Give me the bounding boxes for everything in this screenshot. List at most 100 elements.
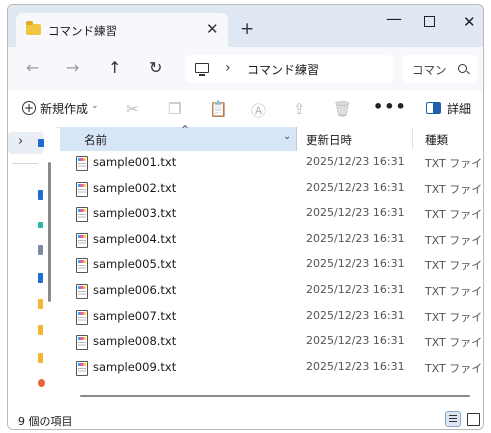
file-name: sample006.txt: [93, 282, 177, 297]
tab-title: コマンド練習: [48, 24, 117, 38]
nav-pane-scrollbar[interactable]: [48, 162, 51, 302]
file-name: sample008.txt: [93, 334, 177, 349]
status-bar: 9 個の項目: [8, 409, 483, 429]
text-file-icon: [76, 309, 88, 325]
file-type: TXT ファイル: [425, 284, 483, 298]
nav-item-icon[interactable]: [38, 245, 43, 255]
search-input[interactable]: コマン: [402, 55, 478, 83]
chevron-right-icon[interactable]: ›: [225, 60, 231, 76]
nav-item-icon[interactable]: [38, 273, 43, 283]
file-type: TXT ファイル: [425, 157, 483, 170]
chevron-down-icon: ⌄: [91, 101, 99, 111]
folder-icon[interactable]: [38, 353, 43, 363]
file-row[interactable]: sample007.txt 2025/12/23 16:31 TXT ファイル: [60, 305, 483, 331]
file-row[interactable]: sample006.txt 2025/12/23 16:31 TXT ファイル: [60, 279, 483, 305]
text-file-icon: [76, 283, 88, 299]
file-date: 2025/12/23 16:31: [306, 359, 405, 373]
file-type: TXT ファイル: [425, 336, 483, 350]
navigation-pane: ›: [8, 127, 56, 411]
file-date: 2025/12/23 16:31: [306, 334, 405, 348]
command-bar: + 新規作成 ⌄ ✂ ❐ 📋 Ⓐ ⇪ 🗑 ••• 詳細: [8, 91, 483, 128]
file-type: TXT ファイル: [425, 208, 483, 222]
text-file-icon: [76, 181, 88, 197]
nav-expand-button[interactable]: ›: [8, 132, 44, 154]
text-file-icon: [76, 232, 88, 248]
text-file-icon: [76, 207, 88, 223]
file-name: sample001.txt: [93, 155, 177, 169]
file-row[interactable]: sample009.txt 2025/12/23 16:31 TXT ファイル: [60, 356, 483, 382]
file-date: 2025/12/23 16:31: [306, 155, 405, 168]
drive-icon: [38, 139, 44, 147]
cut-icon[interactable]: ✂: [126, 100, 139, 118]
file-row[interactable]: sample003.txt 2025/12/23 16:31 TXT ファイル: [60, 202, 483, 228]
column-header-date[interactable]: 更新日時: [306, 132, 352, 148]
close-button[interactable]: ✕: [463, 13, 476, 31]
nav-item-icon[interactable]: [38, 379, 45, 387]
maximize-button[interactable]: [424, 16, 435, 27]
file-row[interactable]: sample004.txt 2025/12/23 16:31 TXT ファイル: [60, 228, 483, 254]
rename-icon[interactable]: Ⓐ: [251, 100, 266, 121]
column-name-label: 名前: [84, 133, 107, 147]
file-type: TXT ファイル: [425, 259, 483, 273]
new-tab-button[interactable]: +: [240, 19, 254, 39]
item-count: 9 個の項目: [18, 415, 73, 428]
file-row[interactable]: sample005.txt 2025/12/23 16:31 TXT ファイル: [60, 253, 483, 279]
address-bar[interactable]: › コマンド練習: [185, 55, 393, 83]
divider: [12, 163, 38, 164]
nav-item-icon[interactable]: [38, 190, 43, 200]
text-file-icon: [76, 360, 88, 376]
copy-icon[interactable]: ❐: [168, 100, 181, 118]
up-arrow-icon[interactable]: ↑: [108, 58, 121, 77]
column-separator[interactable]: [412, 129, 413, 149]
file-name: sample005.txt: [93, 257, 177, 272]
file-name: sample004.txt: [93, 231, 177, 246]
file-row[interactable]: sample002.txt 2025/12/23 16:31 TXT ファイル: [60, 177, 483, 203]
file-name: sample002.txt: [93, 180, 177, 195]
breadcrumb-current-folder[interactable]: コマンド練習: [247, 61, 319, 78]
new-button-label: 新規作成: [40, 102, 89, 116]
folder-icon[interactable]: [38, 325, 43, 335]
thumbnail-view-button[interactable]: [467, 413, 480, 426]
chevron-down-icon[interactable]: ⌄: [283, 131, 291, 142]
file-list: sample001.txt 2025/12/23 16:31 TXT ファイル …: [60, 151, 483, 382]
details-pane-icon: [426, 102, 441, 114]
plus-circle-icon: +: [22, 101, 36, 115]
file-type: TXT ファイル: [425, 182, 483, 196]
folder-icon[interactable]: [38, 299, 43, 309]
text-file-icon: [76, 156, 88, 171]
file-name: sample007.txt: [93, 308, 177, 323]
minimize-button[interactable]: —: [386, 9, 402, 28]
search-placeholder: コマン: [412, 63, 447, 77]
more-options-button[interactable]: •••: [373, 97, 407, 116]
text-file-icon: [76, 258, 88, 274]
file-explorer-window: コマンド練習 ✕ + — ✕ ← → ↑ ↻ › コマンド練習 コマン + 新規…: [7, 4, 484, 430]
title-bar: コマンド練習 ✕ + — ✕: [8, 5, 483, 47]
share-icon[interactable]: ⇪: [293, 100, 306, 118]
file-name: sample003.txt: [93, 206, 177, 221]
tab-close-icon[interactable]: ✕: [206, 20, 219, 38]
file-type: TXT ファイル: [425, 361, 483, 375]
search-icon: [458, 64, 467, 73]
column-header-name[interactable]: ⌃ 名前 ⌄: [60, 123, 297, 151]
forward-arrow-icon[interactable]: →: [66, 58, 79, 77]
details-label: 詳細: [447, 102, 472, 116]
delete-icon[interactable]: 🗑: [333, 100, 352, 118]
monitor-icon[interactable]: [195, 63, 209, 76]
file-date: 2025/12/23 16:31: [306, 206, 405, 220]
file-date: 2025/12/23 16:31: [306, 231, 405, 245]
folder-icon: [26, 21, 41, 35]
nav-item-icon[interactable]: [38, 222, 43, 228]
file-date: 2025/12/23 16:31: [306, 180, 405, 194]
chevron-right-icon: ›: [18, 134, 24, 149]
back-arrow-icon[interactable]: ←: [26, 58, 39, 77]
refresh-icon[interactable]: ↻: [149, 58, 162, 77]
file-row[interactable]: sample001.txt 2025/12/23 16:31 TXT ファイル: [60, 151, 483, 177]
paste-icon[interactable]: 📋: [209, 100, 228, 118]
column-header-type[interactable]: 種類: [425, 132, 448, 148]
file-row[interactable]: sample008.txt 2025/12/23 16:31 TXT ファイル: [60, 330, 483, 356]
details-view-button[interactable]: [445, 411, 461, 427]
file-date: 2025/12/23 16:31: [306, 257, 405, 271]
file-type: TXT ファイル: [425, 233, 483, 247]
tab-komando-renshu[interactable]: コマンド練習 ✕: [16, 13, 228, 47]
horizontal-scrollbar[interactable]: [80, 395, 470, 397]
